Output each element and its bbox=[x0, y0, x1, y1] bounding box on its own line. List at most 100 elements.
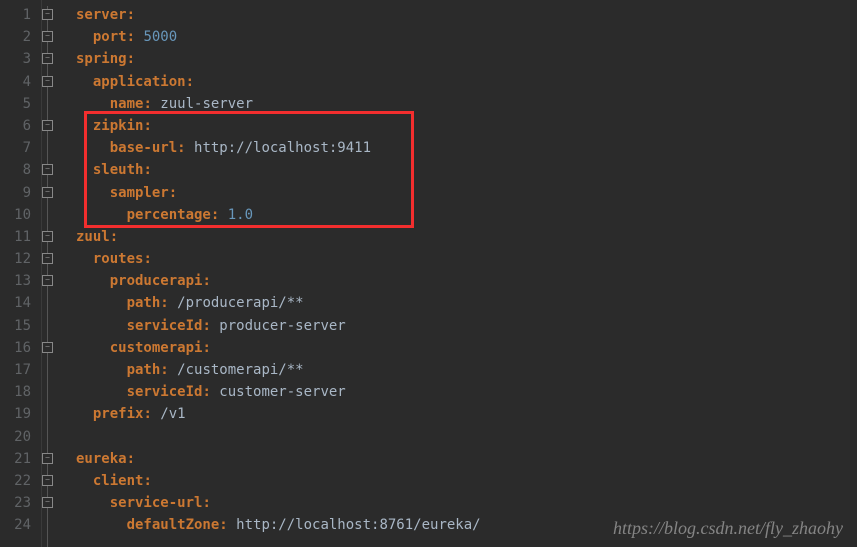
code-line[interactable]: zuul: bbox=[76, 226, 857, 248]
code-area[interactable]: server: port: 5000spring: application: n… bbox=[70, 0, 857, 547]
fold-toggle-icon[interactable]: − bbox=[42, 253, 53, 264]
watermark-text: https://blog.csdn.net/fly_zhaohy bbox=[613, 518, 843, 539]
line-number: 9 bbox=[10, 182, 31, 204]
code-line[interactable]: base-url: http://localhost:9411 bbox=[76, 137, 857, 159]
fold-toggle-icon[interactable]: − bbox=[42, 53, 53, 64]
code-token: sampler bbox=[76, 185, 169, 201]
code-token: : bbox=[143, 96, 160, 112]
line-number-gutter: 123456789101112131415161718192021222324 bbox=[0, 0, 42, 547]
code-line[interactable]: path: /producerapi/** bbox=[76, 292, 857, 314]
code-line[interactable]: application: bbox=[76, 71, 857, 93]
fold-toggle-icon[interactable]: − bbox=[42, 164, 53, 175]
fold-toggle-icon[interactable]: − bbox=[42, 497, 53, 508]
line-number: 21 bbox=[10, 448, 31, 470]
line-number: 5 bbox=[10, 93, 31, 115]
line-number: 11 bbox=[10, 226, 31, 248]
code-token: zuul-server bbox=[160, 96, 253, 112]
code-line[interactable]: sampler: bbox=[76, 182, 857, 204]
code-token: routes bbox=[76, 251, 143, 267]
code-token: : bbox=[127, 51, 135, 67]
code-line[interactable]: port: 5000 bbox=[76, 26, 857, 48]
code-line[interactable]: name: zuul-server bbox=[76, 93, 857, 115]
code-line[interactable]: spring: bbox=[76, 48, 857, 70]
code-token: : bbox=[160, 362, 177, 378]
code-line[interactable]: producerapi: bbox=[76, 270, 857, 292]
code-token: : bbox=[211, 207, 228, 223]
code-token: producer-server bbox=[219, 318, 345, 334]
fold-toggle-icon[interactable]: − bbox=[42, 231, 53, 242]
code-line[interactable]: customerapi: bbox=[76, 337, 857, 359]
code-line[interactable]: prefix: /v1 bbox=[76, 403, 857, 425]
code-token: http://localhost:9411 bbox=[194, 140, 371, 156]
code-token: : bbox=[202, 340, 210, 356]
code-token: : bbox=[202, 384, 219, 400]
line-number: 14 bbox=[10, 292, 31, 314]
code-token: defaultZone bbox=[76, 517, 219, 533]
fold-toggle-icon[interactable]: − bbox=[42, 31, 53, 42]
code-token: : bbox=[127, 7, 135, 23]
line-number: 19 bbox=[10, 403, 31, 425]
code-token: percentage bbox=[76, 207, 211, 223]
line-number: 20 bbox=[10, 426, 31, 448]
code-line[interactable]: serviceId: producer-server bbox=[76, 315, 857, 337]
code-token: : bbox=[202, 495, 210, 511]
line-number: 18 bbox=[10, 381, 31, 403]
code-line[interactable]: routes: bbox=[76, 248, 857, 270]
code-line[interactable]: percentage: 1.0 bbox=[76, 204, 857, 226]
code-token: 1.0 bbox=[228, 207, 253, 223]
code-line[interactable]: sleuth: bbox=[76, 159, 857, 181]
code-token: client bbox=[76, 473, 143, 489]
code-token: path bbox=[76, 362, 160, 378]
code-line[interactable]: path: /customerapi/** bbox=[76, 359, 857, 381]
fold-toggle-icon[interactable]: − bbox=[42, 120, 53, 131]
line-number: 7 bbox=[10, 137, 31, 159]
code-token: : bbox=[143, 118, 151, 134]
code-token: application bbox=[76, 74, 186, 90]
line-number: 22 bbox=[10, 470, 31, 492]
line-number: 24 bbox=[10, 514, 31, 536]
fold-toggle-icon[interactable]: − bbox=[42, 76, 53, 87]
line-number: 23 bbox=[10, 492, 31, 514]
fold-toggle-icon[interactable]: − bbox=[42, 342, 53, 353]
line-number: 17 bbox=[10, 359, 31, 381]
code-token: path bbox=[76, 295, 160, 311]
code-token: service-url bbox=[76, 495, 202, 511]
line-number: 15 bbox=[10, 315, 31, 337]
code-token: : bbox=[177, 140, 194, 156]
code-token: customer-server bbox=[219, 384, 345, 400]
code-token: spring bbox=[76, 51, 127, 67]
code-token: : bbox=[202, 273, 210, 289]
code-token: sleuth bbox=[76, 162, 143, 178]
code-line[interactable]: eureka: bbox=[76, 448, 857, 470]
code-token: name bbox=[76, 96, 143, 112]
code-token: : bbox=[143, 251, 151, 267]
fold-toggle-icon[interactable]: − bbox=[42, 475, 53, 486]
fold-toggle-icon[interactable]: − bbox=[42, 453, 53, 464]
code-token: : bbox=[143, 473, 151, 489]
code-line[interactable]: serviceId: customer-server bbox=[76, 381, 857, 403]
code-token: 5000 bbox=[143, 29, 177, 45]
fold-toggle-icon[interactable]: − bbox=[42, 9, 53, 20]
code-token: : bbox=[169, 185, 177, 201]
code-token: : bbox=[186, 74, 194, 90]
code-token: eureka bbox=[76, 451, 127, 467]
code-token: port bbox=[76, 29, 127, 45]
code-token: /v1 bbox=[160, 406, 185, 422]
code-line[interactable]: service-url: bbox=[76, 492, 857, 514]
line-number: 12 bbox=[10, 248, 31, 270]
code-line[interactable]: zipkin: bbox=[76, 115, 857, 137]
code-token: prefix bbox=[76, 406, 143, 422]
code-token: customerapi bbox=[76, 340, 202, 356]
code-token: serviceId bbox=[76, 384, 202, 400]
code-editor[interactable]: 123456789101112131415161718192021222324 … bbox=[0, 0, 857, 547]
code-token: : bbox=[110, 229, 118, 245]
code-line[interactable]: client: bbox=[76, 470, 857, 492]
code-line[interactable] bbox=[76, 426, 857, 448]
fold-toggle-icon[interactable]: − bbox=[42, 275, 53, 286]
code-line[interactable]: server: bbox=[76, 4, 857, 26]
fold-toggle-icon[interactable]: − bbox=[42, 187, 53, 198]
code-token: /customerapi/** bbox=[177, 362, 303, 378]
line-number: 4 bbox=[10, 71, 31, 93]
code-token: : bbox=[143, 162, 151, 178]
fold-column[interactable]: − − − − − − − − − − − − − − bbox=[42, 0, 70, 547]
